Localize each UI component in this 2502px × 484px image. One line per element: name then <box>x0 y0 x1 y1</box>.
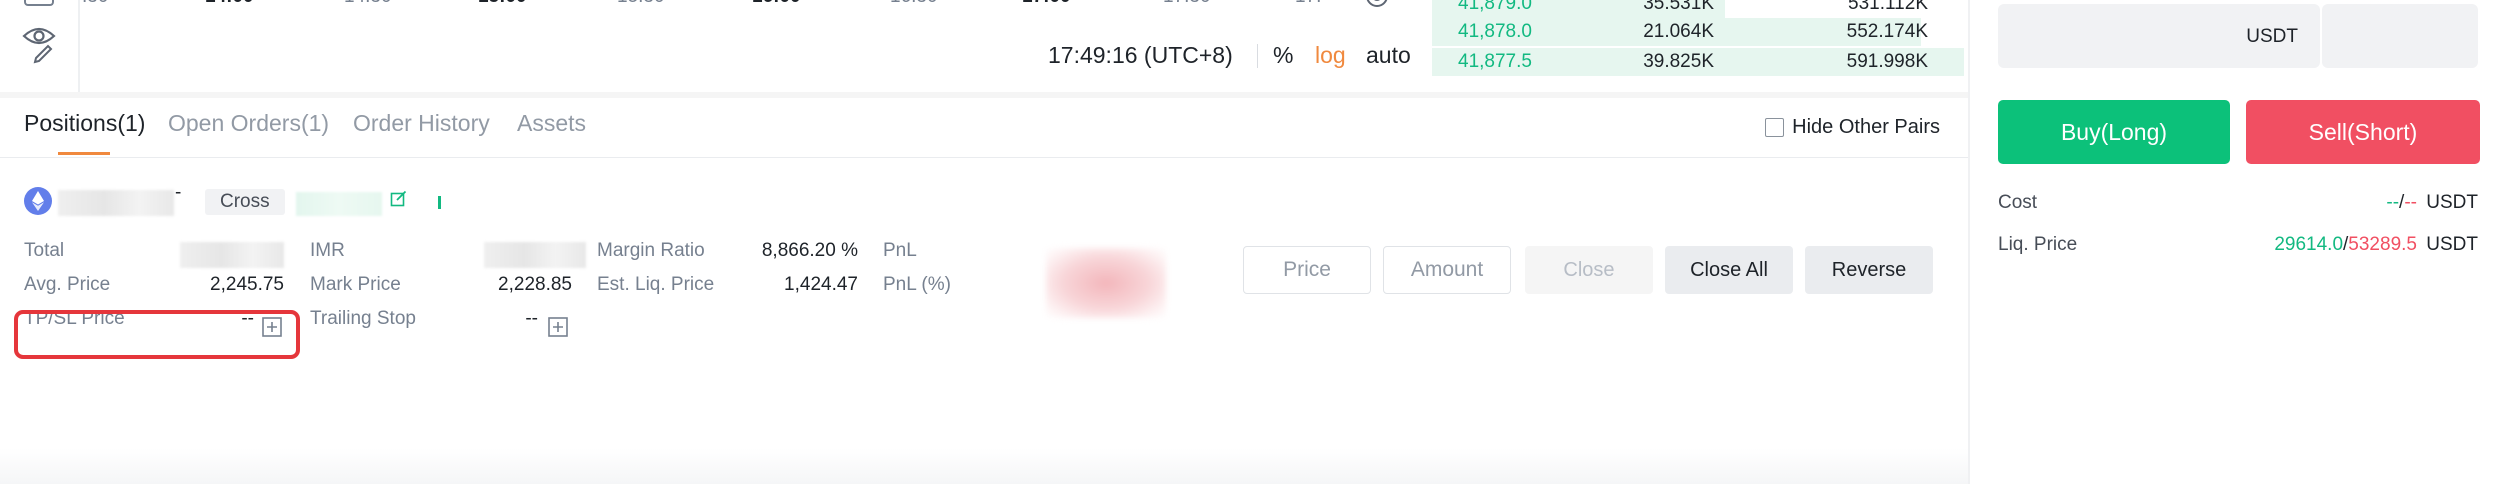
auto-scale-toggle[interactable]: auto <box>1366 42 1411 69</box>
close-all-button[interactable]: Close All <box>1665 246 1793 294</box>
tab-assets[interactable]: Assets <box>517 110 586 137</box>
orderbook-amount: 21.064K <box>1643 21 1714 42</box>
time-axis-label: 17: <box>1295 0 1321 8</box>
mark-price-value: 2,228.85 <box>498 274 572 295</box>
buy-long-button[interactable]: Buy(Long) <box>1998 100 2230 164</box>
orderbook-total: 591.998K <box>1846 51 1928 72</box>
eye-visibility-icon[interactable] <box>22 24 56 69</box>
cost-label: Cost <box>1998 192 2038 213</box>
liq-long-value: 29614.0 <box>2274 234 2344 255</box>
orderbook-price: 41,879.0 <box>1458 0 1532 14</box>
positions-tab-bar: Positions(1) Open Orders(1) Order Histor… <box>0 98 1968 158</box>
orderbook-row[interactable]: 41,879.0 35.531K 531.112K <box>1432 0 1964 18</box>
close-price-input[interactable]: Price <box>1243 246 1371 294</box>
imr-label: IMR <box>310 240 345 261</box>
est-liq-price-value: 1,424.47 <box>784 274 858 295</box>
orderbook-row[interactable]: 41,878.0 21.064K 552.174K <box>1432 18 1964 46</box>
redacted-symbol <box>58 190 174 216</box>
trailing-stop-label: Trailing Stop <box>310 308 416 329</box>
amount-unit-label: USDT <box>2246 26 2298 47</box>
tab-order-history[interactable]: Order History <box>353 110 490 137</box>
liq-short-value: 53289.5 <box>2348 234 2417 255</box>
log-scale-toggle[interactable]: log <box>1315 42 1346 69</box>
liq-unit: USDT <box>2426 234 2478 255</box>
trailing-stop-value: -- <box>525 308 538 329</box>
amount-placeholder: Amount <box>1410 258 1484 281</box>
hide-other-pairs-checkbox[interactable]: Hide Other Pairs <box>1765 116 1940 139</box>
cost-short-value: -- <box>2404 192 2417 213</box>
time-axis-label: 17:30 <box>1163 0 1211 8</box>
order-amount-input[interactable]: USDT <box>1998 4 2320 68</box>
orderbook-amount: 39.825K <box>1643 51 1714 72</box>
liq-price-value: 29614.0/53289.5 USDT <box>2274 234 2478 256</box>
settings-gear-icon[interactable] <box>1362 0 1392 19</box>
order-entry-panel: USDT Buy(Long) Sell(Short) Cost --/-- US… <box>1970 0 2502 484</box>
pnl-percent-label: PnL (%) <box>883 274 951 295</box>
symbol-dash: - <box>175 182 182 203</box>
est-liq-price-label: Est. Liq. Price <box>597 274 715 295</box>
active-tab-indicator <box>58 152 110 155</box>
sell-short-button[interactable]: Sell(Short) <box>2246 100 2480 164</box>
chart-toolbar-divider <box>78 0 80 92</box>
orderbook-total: 552.174K <box>1846 21 1928 42</box>
close-button[interactable]: Close <box>1525 246 1653 294</box>
margin-ratio-label: Margin Ratio <box>597 240 705 261</box>
time-axis-label: 15:00 <box>478 0 527 8</box>
order-book-fragment: 41,879.0 35.531K 531.112K 41,878.0 21.06… <box>1432 0 1964 92</box>
tpsl-highlight-box <box>14 310 300 359</box>
status-indicator <box>438 196 441 209</box>
cost-long-value: -- <box>2386 192 2400 213</box>
orderbook-total: 531.112K <box>1848 0 1928 14</box>
time-axis-label: 15:30 <box>617 0 665 8</box>
chart-timestamp: 17:49:16 (UTC+8) <box>1048 42 1233 68</box>
pnl-label: PnL <box>883 240 917 261</box>
liq-price-label: Liq. Price <box>1998 234 2078 255</box>
time-axis-label: 16:30 <box>890 0 938 8</box>
time-axis-label: 14:30 <box>344 0 392 8</box>
cost-value: --/-- USDT <box>2386 192 2478 214</box>
margin-ratio-value: 8,866.20 % <box>761 240 858 261</box>
trading-main-panel: :30 14:00 14:30 15:00 15:30 16:00 16:30 … <box>0 0 1968 484</box>
price-placeholder: Price <box>1283 258 1331 281</box>
position-header: - Cross <box>0 182 600 224</box>
margin-mode-badge[interactable]: Cross <box>205 189 285 215</box>
chart-options-divider <box>1257 44 1258 68</box>
redacted-leverage <box>296 192 382 216</box>
orderbook-amount: 35.531K <box>1643 0 1714 14</box>
mark-price-label: Mark Price <box>310 274 401 295</box>
time-axis-label: 17:00 <box>1022 0 1071 8</box>
orderbook-price: 41,877.5 <box>1458 51 1532 72</box>
time-axis-label: 16:00 <box>752 0 801 8</box>
orderbook-row[interactable]: 41,877.5 39.825K 591.998K <box>1432 48 1964 76</box>
tab-positions[interactable]: Positions(1) <box>24 110 145 137</box>
checkbox-box[interactable] <box>1765 118 1785 137</box>
chart-bottom-strip: :30 14:00 14:30 15:00 15:30 16:00 16:30 … <box>0 0 1430 92</box>
time-axis-label: :30 <box>82 0 108 8</box>
redacted-total-value <box>180 242 284 268</box>
add-trailing-stop-icon[interactable] <box>548 317 568 342</box>
reverse-button[interactable]: Reverse <box>1805 246 1933 294</box>
chart-tool-icon[interactable] <box>24 0 54 6</box>
percent-scale-toggle[interactable]: % <box>1273 42 1293 69</box>
redacted-pnl-value <box>1046 248 1166 318</box>
bottom-fade <box>0 448 1968 484</box>
ethereum-coin-icon <box>24 187 52 215</box>
tab-open-orders[interactable]: Open Orders(1) <box>168 110 329 137</box>
cost-unit: USDT <box>2426 192 2478 213</box>
close-amount-input[interactable]: Amount <box>1383 246 1511 294</box>
amount-unit-selector[interactable] <box>2322 4 2478 68</box>
orderbook-price: 41,878.0 <box>1458 21 1532 42</box>
edit-leverage-icon[interactable] <box>390 190 408 213</box>
total-label: Total <box>24 240 65 261</box>
avg-price-label: Avg. Price <box>24 274 111 295</box>
hide-other-pairs-label: Hide Other Pairs <box>1792 116 1940 138</box>
avg-price-value: 2,245.75 <box>210 274 284 295</box>
time-axis-label: 14:00 <box>205 0 254 8</box>
redacted-imr-value <box>484 242 586 268</box>
